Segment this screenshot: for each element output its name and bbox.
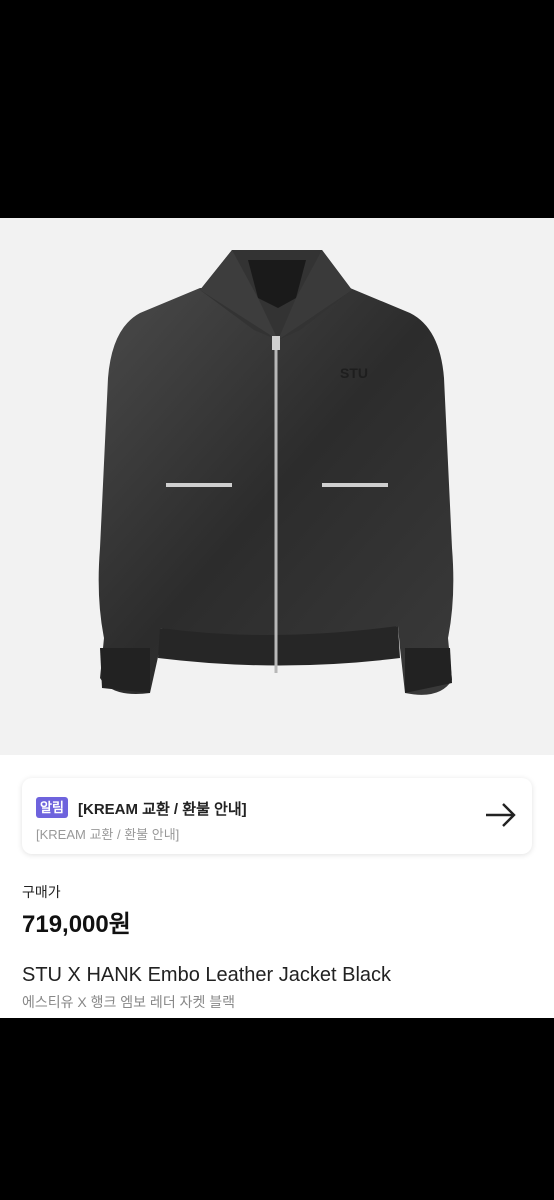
product-image[interactable]: STU [0,218,554,755]
arrow-right-icon[interactable] [484,800,518,830]
notice-title: [KREAM 교환 / 환불 안내] [78,801,247,818]
price-label: 구매가 [22,884,61,900]
leather-jacket-image: STU [98,250,454,695]
price-value: 719,000원 [22,911,131,938]
notice-badge: 알림 [36,797,68,818]
top-black-bar [0,0,554,218]
notice-card[interactable]: 알림 [KREAM 교환 / 환불 안내] [KREAM 교환 / 환불 안내] [22,778,532,854]
product-detail: STU 알림 [KREAM 교환 / 환불 안내] [KREAM 교환 / 환불… [0,218,554,1018]
product-name-ko: 에스티유 X 행크 엠보 레더 자켓 블랙 [22,994,235,1010]
notice-subtitle: [KREAM 교환 / 환불 안내] [36,827,180,842]
bottom-black-bar [0,1018,554,1200]
product-name-en: STU X HANK Embo Leather Jacket Black [22,964,392,986]
svg-text:STU: STU [340,365,368,381]
